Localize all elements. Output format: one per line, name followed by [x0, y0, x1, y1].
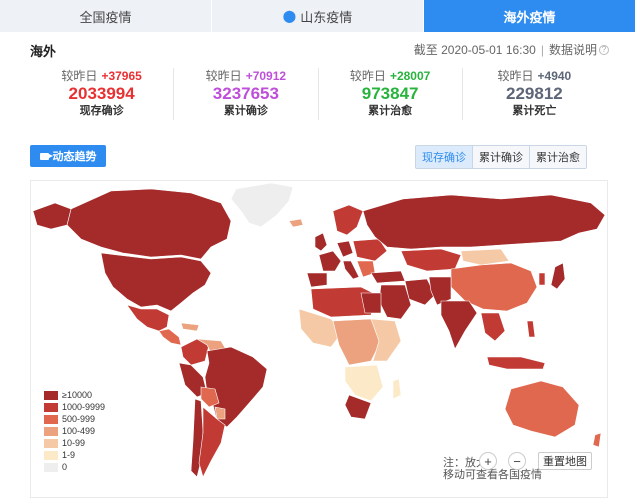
question-icon[interactable]: ?: [599, 44, 609, 55]
stat-delta: +70912: [245, 69, 287, 83]
country-new-zealand[interactable]: [592, 432, 602, 448]
legend-item[interactable]: 500-999: [44, 413, 105, 425]
legend-item[interactable]: 10-99: [44, 437, 105, 449]
legend-label: 0: [62, 462, 68, 472]
country-madagascar[interactable]: [392, 378, 402, 400]
stat-total-confirmed: 较昨日 +70912 3237653 累计确诊: [174, 68, 319, 120]
country-brazil[interactable]: [204, 346, 268, 428]
metric-tabs: 现存确诊 累计确诊 累计治愈: [415, 145, 587, 169]
stat-delta: +28007: [389, 69, 431, 83]
tab-national-label: 全国疫情: [79, 9, 132, 25]
country-alaska[interactable]: [32, 202, 72, 230]
country-usa[interactable]: [100, 252, 212, 312]
country-germany[interactable]: [336, 240, 354, 258]
tab-overseas-label: 海外疫情: [503, 9, 556, 25]
data-explain-link[interactable]: 数据说明: [549, 41, 597, 58]
stat-value: 973847: [361, 84, 419, 103]
deadline-info: 截至 2020-05-01 16:30 | 数据说明 ?: [414, 41, 609, 58]
region-tabs: 全国疫情 ⬤ 山东疫情 海外疫情: [0, 0, 635, 32]
legend-swatch: [44, 402, 58, 412]
metric-tab-total[interactable]: 累计确诊: [473, 146, 530, 168]
country-mongolia[interactable]: [460, 248, 510, 266]
metric-tab-current[interactable]: 现存确诊: [416, 146, 473, 168]
stat-value: 2033994: [68, 84, 135, 103]
world-map-svg[interactable]: [31, 181, 609, 499]
country-india[interactable]: [440, 300, 478, 350]
stat-total-deaths: 较昨日 +4940 229812 累计死亡: [463, 68, 606, 120]
legend-item[interactable]: 1-9: [44, 449, 105, 461]
stat-label: 现存确诊: [79, 105, 124, 117]
country-caribbean[interactable]: [180, 322, 200, 332]
country-turkey[interactable]: [370, 270, 406, 284]
zoom-in-button[interactable]: +: [479, 452, 497, 470]
country-kazakhstan[interactable]: [400, 248, 462, 272]
country-central-america[interactable]: [158, 328, 182, 346]
stat-label: 累计确诊: [223, 105, 268, 117]
stat-label: 累计治愈: [368, 105, 413, 117]
country-uk[interactable]: [314, 232, 328, 252]
world-map[interactable]: [30, 180, 608, 498]
stats-panel: 较昨日 +37965 2033994 现存确诊 较昨日 +70912 3237653…: [30, 68, 606, 120]
legend-label: 10-99: [62, 438, 86, 448]
country-france[interactable]: [318, 250, 342, 272]
trend-button[interactable]: 动态趋势: [30, 145, 106, 167]
video-icon: [39, 152, 53, 160]
tab-overseas[interactable]: 海外疫情: [424, 0, 635, 32]
country-canada[interactable]: [66, 188, 232, 260]
legend-swatch: [44, 462, 58, 472]
legend-item[interactable]: 0: [44, 461, 105, 473]
tab-national[interactable]: 全国疫情: [0, 0, 212, 32]
legend-item[interactable]: 1000-9999: [44, 401, 105, 413]
country-southeast-asia[interactable]: [480, 312, 506, 342]
legend-swatch: [44, 390, 58, 400]
country-philippines[interactable]: [526, 320, 536, 338]
tab-shandong[interactable]: ⬤ 山东疫情: [212, 0, 424, 32]
legend-swatch: [44, 438, 58, 448]
metric-tab-cured[interactable]: 累计治愈: [530, 146, 586, 168]
legend-swatch: [44, 450, 58, 460]
country-russia[interactable]: [362, 194, 606, 250]
country-australia[interactable]: [504, 380, 580, 438]
stat-current-confirmed: 较昨日 +37965 2033994 现存确诊: [30, 68, 175, 120]
country-iceland[interactable]: [288, 218, 304, 228]
stat-delta: +37965: [101, 69, 142, 83]
legend-label: ≥10000: [62, 390, 92, 400]
country-scandinavia[interactable]: [332, 204, 364, 236]
legend-swatch: [44, 426, 58, 436]
country-mexico[interactable]: [126, 304, 170, 332]
stat-delta-prefix: 较昨日: [61, 69, 98, 83]
tab-shandong-label: 山东疫情: [300, 9, 353, 25]
stat-delta-prefix: 较昨日: [497, 69, 534, 83]
stat-value: 3237653: [212, 84, 279, 103]
country-korea[interactable]: [538, 272, 546, 286]
stat-total-cured: 较昨日 +28007 973847 累计治愈: [319, 68, 463, 120]
stat-delta: +4940: [537, 69, 572, 83]
stat-value: 229812: [506, 84, 563, 103]
map-legend: ≥10000 1000-9999 500-999 100-499 10-99 1…: [44, 389, 105, 473]
region-title: 海外: [30, 44, 57, 59]
separator: |: [540, 42, 544, 57]
legend-label: 100-499: [62, 426, 96, 436]
legend-label: 1000-9999: [62, 402, 106, 412]
legend-swatch: [44, 414, 58, 424]
location-pin-icon: ⬤: [282, 9, 297, 23]
legend-label: 1-9: [62, 450, 76, 460]
stat-delta-prefix: 较昨日: [349, 69, 386, 83]
legend-item[interactable]: ≥10000: [44, 389, 105, 401]
reset-map-button[interactable]: 重置地图: [538, 452, 592, 470]
legend-label: 500-999: [62, 414, 96, 424]
country-greenland[interactable]: [230, 182, 294, 228]
country-spain[interactable]: [306, 272, 328, 288]
stat-label: 累计死亡: [512, 105, 557, 117]
zoom-out-button[interactable]: −: [508, 452, 526, 470]
trend-button-label: 动态趋势: [52, 151, 97, 163]
country-indonesia[interactable]: [486, 356, 546, 370]
country-italy[interactable]: [342, 260, 360, 280]
country-japan[interactable]: [550, 262, 566, 290]
legend-item[interactable]: 100-499: [44, 425, 105, 437]
deadline-text: 截至 2020-05-01 16:30: [413, 43, 536, 57]
country-paraguay[interactable]: [214, 406, 226, 420]
stat-delta-prefix: 较昨日: [205, 69, 242, 83]
country-middle-east[interactable]: [378, 284, 412, 320]
